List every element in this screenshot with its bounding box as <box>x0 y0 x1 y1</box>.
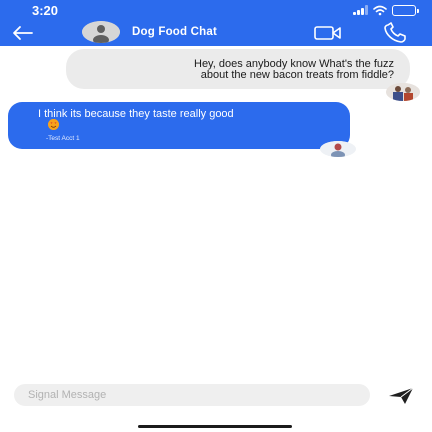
group-avatar[interactable] <box>82 21 120 43</box>
heart-eyes-emoji-icon <box>48 119 59 130</box>
status-icons <box>353 4 419 16</box>
message-line: about the new bacon treats from fiddle? <box>200 69 394 81</box>
sender-avatar <box>320 141 356 157</box>
profile-photo-icon <box>386 83 420 101</box>
top-app-bar: 3:20 Dog Food Chat <box>0 0 432 46</box>
video-call-icon[interactable] <box>314 25 342 41</box>
status-time: 3:20 <box>32 3 59 18</box>
chat-title[interactable]: Dog Food Chat <box>132 26 217 38</box>
phone-call-icon[interactable] <box>383 22 409 44</box>
profile-photo-icon <box>320 141 356 157</box>
send-icon[interactable] <box>388 387 414 405</box>
back-arrow-icon[interactable] <box>10 24 34 42</box>
sender-name: -Test Acct 1 <box>46 135 80 142</box>
wifi-icon <box>373 5 387 15</box>
message-input[interactable] <box>14 384 370 406</box>
my-avatar <box>386 83 420 101</box>
battery-icon <box>392 4 419 16</box>
outgoing-message-bubble[interactable]: Hey, does anybody know What's the fuzz a… <box>66 49 410 89</box>
cellular-signal-icon <box>353 5 368 15</box>
person-silhouette-icon <box>82 21 120 43</box>
home-indicator <box>138 425 292 428</box>
incoming-message-bubble[interactable]: I think its because they taste really go… <box>8 102 350 149</box>
message-text: I think its because they taste really go… <box>38 108 234 120</box>
